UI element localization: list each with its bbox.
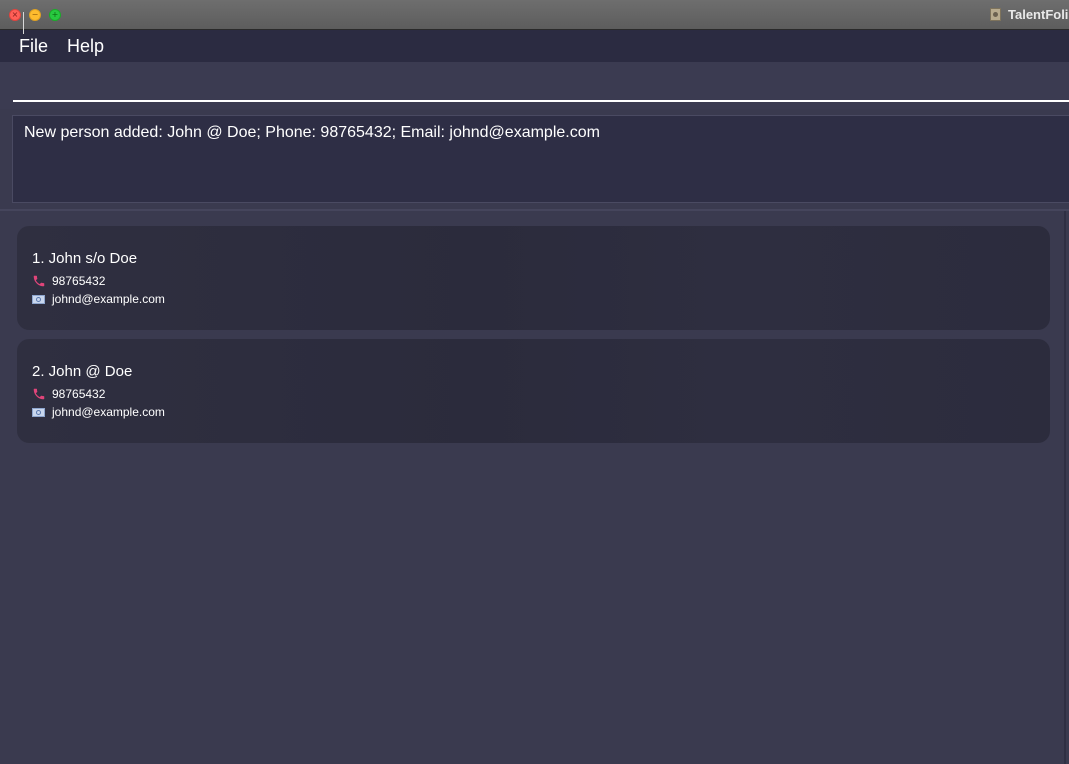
person-name: 1. John s/o Doe (32, 250, 138, 267)
person-phone-row: 98765432 (32, 387, 105, 401)
menu-help[interactable]: Help (67, 36, 104, 56)
text-caret (23, 12, 24, 34)
email-icon (32, 294, 45, 304)
person-phone-row: 98765432 (32, 274, 105, 288)
person-card[interactable]: 1. John s/o Doe 98765432 johnd@example.c… (17, 226, 1050, 330)
person-name: 2. John @ Doe (32, 363, 133, 380)
phone-icon (33, 388, 45, 400)
minimize-icon: − (31, 10, 39, 19)
result-display[interactable]: New person added: John @ Doe; Phone: 987… (12, 115, 1069, 203)
minimize-window-button[interactable]: − (29, 9, 41, 21)
person-email: johnd@example.com (52, 405, 165, 419)
command-input[interactable] (13, 62, 1069, 102)
scrollbar-track[interactable] (1064, 211, 1066, 764)
person-email-row: johnd@example.com (32, 405, 165, 419)
title-bar[interactable]: × − + TalentFoli (0, 0, 1069, 30)
person-phone: 98765432 (52, 387, 106, 401)
menu-file[interactable]: File (19, 36, 48, 56)
close-icon: × (11, 10, 19, 19)
result-message: New person added: John @ Doe; Phone: 987… (24, 124, 600, 141)
window-title: TalentFoli (1008, 7, 1069, 22)
window-title-area: TalentFoli (990, 7, 1068, 22)
email-icon (32, 407, 45, 417)
phone-icon (33, 275, 45, 287)
person-email-row: johnd@example.com (32, 292, 165, 306)
person-email: johnd@example.com (52, 292, 165, 306)
menu-bar: File Help (0, 30, 1069, 62)
close-window-button[interactable]: × (9, 9, 21, 21)
zoom-icon: + (51, 10, 59, 19)
person-phone: 98765432 (52, 274, 106, 288)
app-document-icon (990, 8, 1001, 21)
zoom-window-button[interactable]: + (49, 9, 61, 21)
person-card[interactable]: 2. John @ Doe 98765432 johnd@example.com (17, 339, 1050, 443)
command-box-container (0, 62, 1069, 109)
app-window: × − + TalentFoli File Help New person ad… (0, 0, 1069, 764)
